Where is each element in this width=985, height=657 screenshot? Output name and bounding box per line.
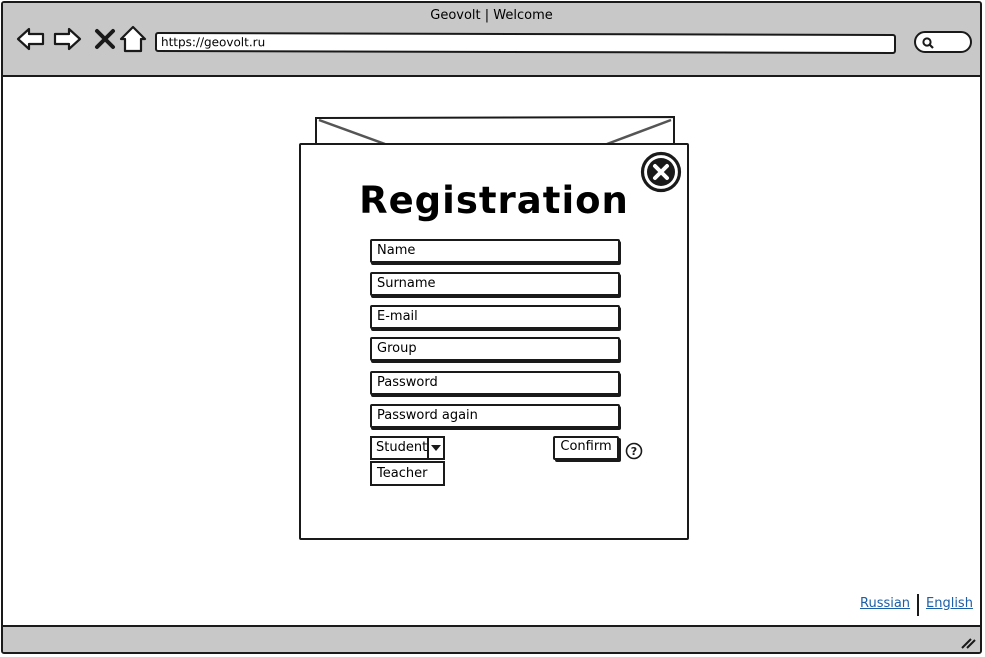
envelope-icon [315, 116, 675, 146]
chevron-down-icon [431, 445, 441, 451]
name-field[interactable]: Name [370, 239, 620, 263]
window-title: Geovolt | Welcome [430, 8, 553, 23]
surname-field[interactable]: Surname [370, 272, 620, 296]
browser-search-field[interactable] [914, 31, 972, 53]
registration-dialog: Registration Name Surname E-mail Group P… [299, 143, 689, 540]
search-icon [922, 37, 934, 49]
password-again-field[interactable]: Password again [370, 404, 620, 428]
resize-grip-icon[interactable] [960, 635, 976, 649]
browser-toolbar: Geovolt | Welcome https://geovolt.ru [3, 3, 980, 77]
email-field[interactable]: E-mail [370, 305, 620, 329]
help-question-icon[interactable]: ? [625, 442, 643, 460]
home-icon[interactable] [117, 23, 149, 55]
dropdown-toggle[interactable] [427, 438, 443, 458]
dialog-title: Registration [359, 179, 629, 222]
forward-arrow-icon[interactable] [51, 23, 83, 55]
language-link-russian[interactable]: Russian [860, 596, 910, 611]
browser-window: Geovolt | Welcome https://geovolt.ru Reg… [1, 1, 982, 654]
language-link-english[interactable]: English [926, 596, 973, 611]
svg-text:?: ? [631, 445, 637, 458]
role-select[interactable]: Student [370, 436, 445, 460]
address-bar[interactable]: https://geovolt.ru [154, 32, 897, 54]
role-select-value: Student [376, 440, 428, 455]
back-arrow-icon[interactable] [15, 23, 47, 55]
role-option-teacher[interactable]: Teacher [370, 461, 445, 486]
language-divider [917, 594, 919, 616]
group-field[interactable]: Group [370, 337, 620, 361]
confirm-button[interactable]: Confirm [553, 436, 619, 460]
password-field[interactable]: Password [370, 371, 620, 395]
status-bar [3, 625, 980, 652]
